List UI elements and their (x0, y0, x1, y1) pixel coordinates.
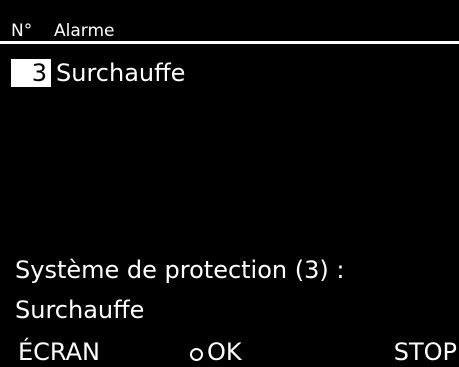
alarm-list-item[interactable]: 3 Surchauffe (11, 59, 185, 87)
header-divider (0, 41, 459, 44)
header-bar: N° Alarme (0, 0, 459, 44)
stop-softkey[interactable]: STOP (394, 337, 457, 367)
circle-icon (190, 347, 203, 361)
alarm-detail-line-2: Surchauffe (15, 296, 145, 324)
alarm-name: Surchauffe (56, 59, 186, 87)
alarm-screen: N° Alarme 3 Surchauffe Système de protec… (0, 0, 459, 367)
header-title: Alarme (54, 21, 115, 41)
alarm-number-selected: 3 (11, 59, 51, 87)
softkey-bar: ÉCRAN OK STOP (0, 337, 459, 367)
ok-softkey-label: OK (207, 338, 242, 366)
ok-softkey[interactable]: OK (190, 337, 242, 367)
screen-softkey[interactable]: ÉCRAN (18, 337, 100, 367)
column-number-label: N° (11, 21, 33, 41)
alarm-detail-line-1: Système de protection (3) : (15, 256, 345, 284)
